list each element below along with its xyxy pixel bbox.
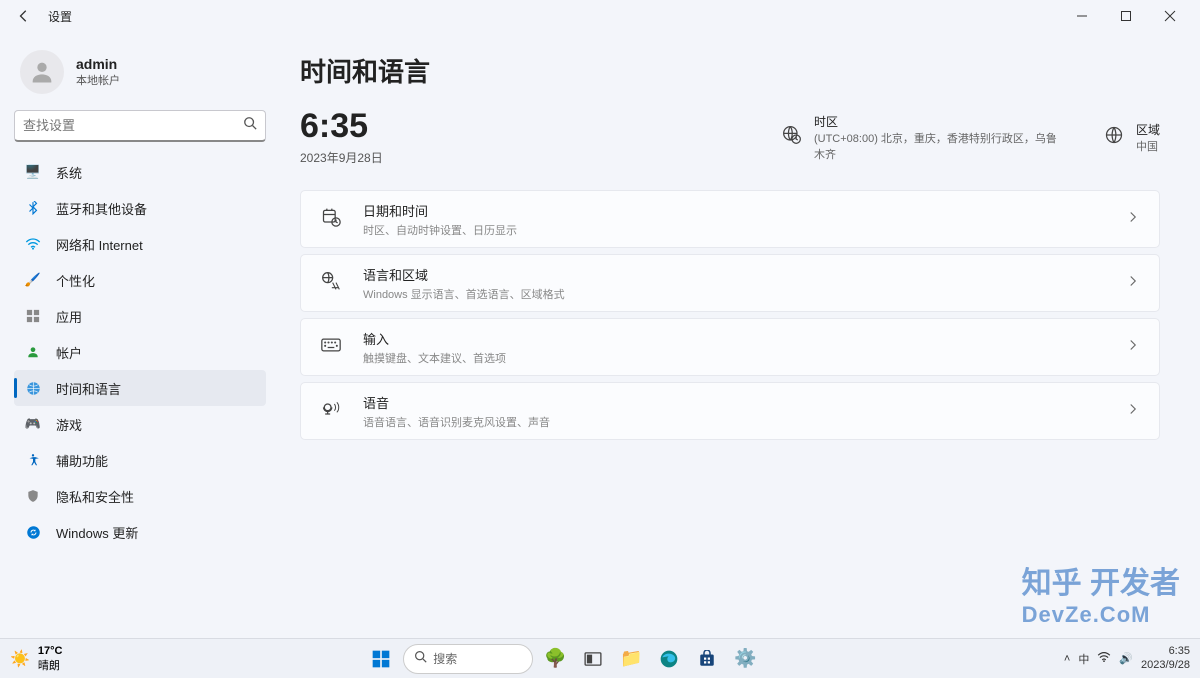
calendar-clock-icon [321,207,349,232]
current-date: 2023年9月28日 [300,149,383,166]
minimize-button[interactable] [1060,0,1104,32]
tray-volume-icon[interactable]: 🔊 [1119,652,1133,665]
card-subtitle: Windows 显示语言、首选语言、区域格式 [363,286,565,302]
taskbar-edge-icon[interactable] [653,643,685,675]
tray-wifi-icon[interactable] [1097,651,1111,666]
taskbar-widgets-icon[interactable]: 🌳 [539,643,571,675]
chevron-right-icon [1127,338,1139,356]
taskbar-taskview-icon[interactable] [577,643,609,675]
system-tray[interactable]: ˄ 中 🔊 6:35 2023/9/28 [1064,645,1190,671]
card-speech[interactable]: 语音 语音语言、语音识别麦克风设置、声音 [300,382,1160,440]
keyboard-icon [321,338,349,357]
tray-ime-icon[interactable]: 中 [1078,651,1089,667]
nav-gaming[interactable]: 🎮游戏 [14,406,266,442]
clock-display: 6:35 2023年9月28日 [300,109,383,166]
card-subtitle: 语音语言、语音识别麦克风设置、声音 [363,414,550,430]
region-label: 区域 [1136,121,1160,138]
brush-icon: 🖌️ [24,272,42,288]
nav-system[interactable]: 🖥️系统 [14,154,266,190]
nav-list: 🖥️系统 蓝牙和其他设备 网络和 Internet 🖌️个性化 应用 帐户 时间… [14,154,266,550]
info-row: 6:35 2023年9月28日 时区 (UTC+08:00) 北京，重庆，香港特… [300,109,1160,166]
back-button[interactable] [8,0,40,32]
nav-bluetooth[interactable]: 蓝牙和其他设备 [14,190,266,226]
nav-time-language[interactable]: 时间和语言 [14,370,266,406]
weather-temp: 17°C [38,645,63,657]
card-datetime[interactable]: 日期和时间 时区、自动时钟设置、日历显示 [300,190,1160,248]
maximize-button[interactable] [1104,0,1148,32]
sidebar: admin 本地帐户 🖥️系统 蓝牙和其他设备 网络和 Internet 🖌️个… [0,32,280,638]
wifi-icon [24,237,42,251]
chevron-right-icon [1127,210,1139,228]
search-box[interactable] [14,110,266,142]
weather-desc: 晴朗 [38,657,63,673]
region-value: 中国 [1136,138,1160,154]
avatar [20,50,64,94]
timezone-info[interactable]: 时区 (UTC+08:00) 北京，重庆，香港特别行政区，乌鲁木齐 [782,113,1064,162]
bluetooth-icon [24,201,42,215]
globe-clock-icon [24,381,42,396]
timezone-label: 时区 [814,113,1064,130]
taskbar: ☀️ 17°C 晴朗 搜索 🌳 📁 ⚙️ ˄ 中 🔊 6:35 2023/9/2… [0,638,1200,678]
user-account-type: 本地帐户 [76,72,120,88]
language-icon [321,271,349,296]
display-icon: 🖥️ [24,164,42,180]
nav-privacy[interactable]: 隐私和安全性 [14,478,266,514]
taskbar-store-icon[interactable] [691,643,723,675]
card-input[interactable]: 输入 触摸键盘、文本建议、首选项 [300,318,1160,376]
start-button[interactable] [365,643,397,675]
main-content: 时间和语言 6:35 2023年9月28日 时区 (UTC+08:00) 北京，… [280,32,1200,638]
weather-widget[interactable]: ☀️ 17°C 晴朗 [10,645,63,673]
tray-chevron-icon[interactable]: ˄ [1064,653,1070,665]
current-time: 6:35 [300,109,383,143]
search-icon [414,650,427,668]
shield-icon [24,489,42,503]
search-input[interactable] [23,118,243,133]
titlebar: 设置 [0,0,1200,32]
accessibility-icon [24,453,42,467]
sun-icon: ☀️ [10,649,30,669]
globe-icon [782,125,802,150]
nav-accessibility[interactable]: 辅助功能 [14,442,266,478]
mic-speech-icon [321,399,349,424]
person-icon [24,345,42,359]
search-icon [243,116,257,135]
nav-network[interactable]: 网络和 Internet [14,226,266,262]
taskbar-settings-icon[interactable]: ⚙️ [729,643,761,675]
nav-windows-update[interactable]: Windows 更新 [14,514,266,550]
apps-icon [24,309,42,323]
card-subtitle: 时区、自动时钟设置、日历显示 [363,222,517,238]
chevron-right-icon [1127,402,1139,420]
window-title: 设置 [48,8,72,25]
gamepad-icon: 🎮 [24,416,42,432]
taskbar-search[interactable]: 搜索 [403,644,533,674]
globe-icon [1104,125,1124,150]
page-title: 时间和语言 [300,52,1160,89]
taskbar-explorer-icon[interactable]: 📁 [615,643,647,675]
card-title: 语音 [363,393,550,412]
card-title: 语言和区域 [363,265,565,284]
nav-personalization[interactable]: 🖌️个性化 [14,262,266,298]
chevron-right-icon [1127,274,1139,292]
card-language-region[interactable]: 语言和区域 Windows 显示语言、首选语言、区域格式 [300,254,1160,312]
card-subtitle: 触摸键盘、文本建议、首选项 [363,350,506,366]
nav-accounts[interactable]: 帐户 [14,334,266,370]
card-title: 输入 [363,329,506,348]
close-button[interactable] [1148,0,1192,32]
update-icon [24,525,42,540]
user-name: admin [76,56,120,72]
timezone-value: (UTC+08:00) 北京，重庆，香港特别行政区，乌鲁木齐 [814,130,1064,162]
user-profile[interactable]: admin 本地帐户 [14,40,266,110]
card-title: 日期和时间 [363,201,517,220]
nav-apps[interactable]: 应用 [14,298,266,334]
region-info[interactable]: 区域 中国 [1104,121,1160,154]
tray-clock[interactable]: 6:35 2023/9/28 [1141,645,1190,671]
